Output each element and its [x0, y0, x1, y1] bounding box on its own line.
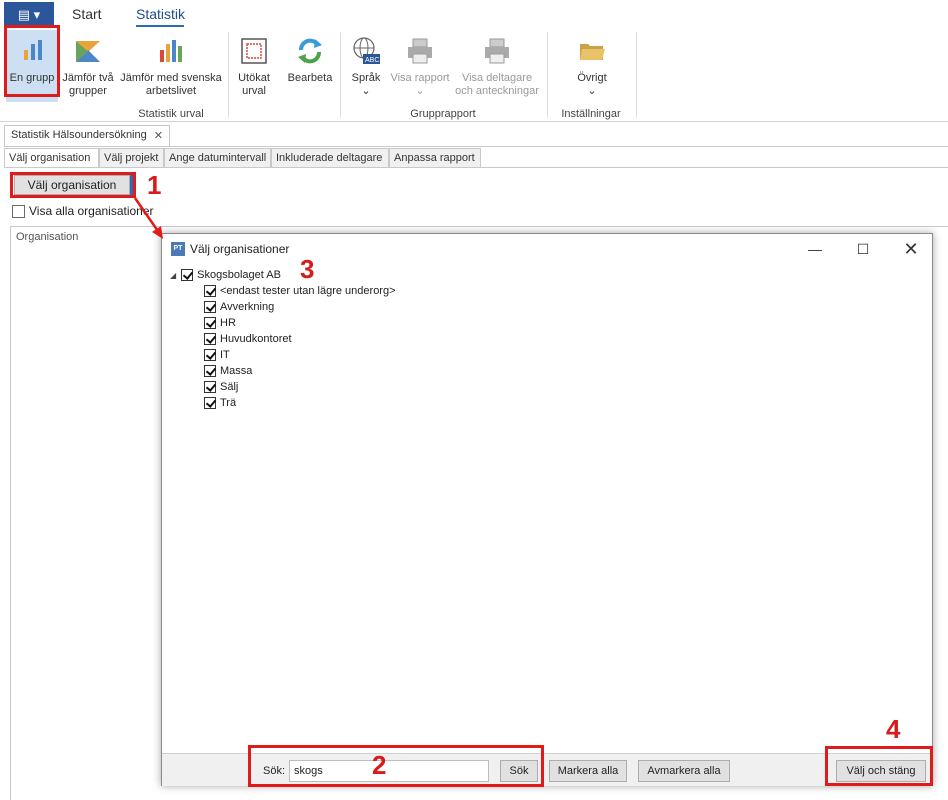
annotation-arrow-icon [133, 197, 163, 239]
